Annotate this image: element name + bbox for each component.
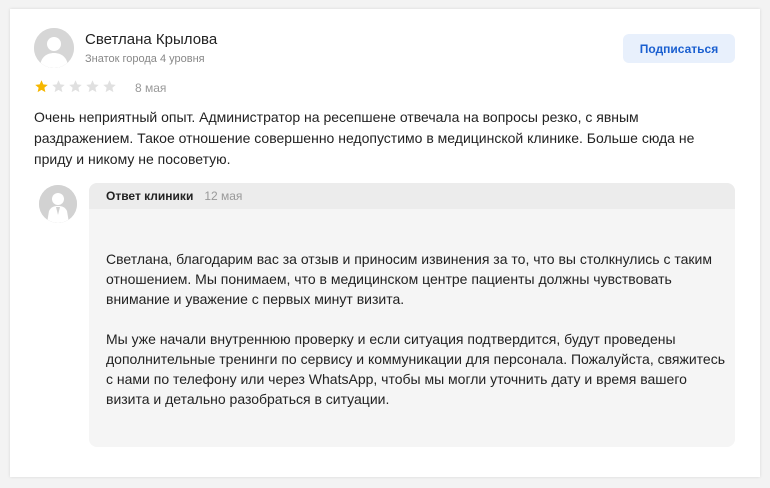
star-icon (103, 80, 116, 93)
reply-date: 12 мая (204, 189, 243, 203)
rating-stars (34, 79, 117, 94)
reply-paragraph: Мы уже начали внутреннюю проверку и если… (106, 331, 726, 407)
user-avatar-icon[interactable] (34, 28, 74, 68)
reply-author: Ответ клиники (106, 189, 194, 203)
star-icon (35, 80, 48, 93)
star-icon (52, 80, 65, 93)
clinic-reply: Ответ клиники 12 мая Светлана, благодари… (89, 183, 735, 447)
subscribe-button[interactable]: Подписаться (623, 34, 735, 63)
reply-header: Ответ клиники 12 мая (89, 183, 735, 209)
author-rank: Знаток города 4 уровня (85, 53, 205, 65)
star-icon (69, 80, 82, 93)
reply-body: Светлана, благодарим вас за отзыв и прин… (106, 249, 726, 429)
review-date: 8 мая (135, 81, 167, 95)
star-icon (86, 80, 99, 93)
author-name[interactable]: Светлана Крылова (85, 31, 217, 48)
review-card: Светлана Крылова Знаток города 4 уровня … (10, 9, 760, 477)
clinic-avatar-icon (39, 185, 77, 223)
review-text: Очень неприятный опыт. Администратор на … (34, 109, 695, 167)
reply-paragraph: Светлана, благодарим вас за отзыв и прин… (106, 251, 712, 307)
